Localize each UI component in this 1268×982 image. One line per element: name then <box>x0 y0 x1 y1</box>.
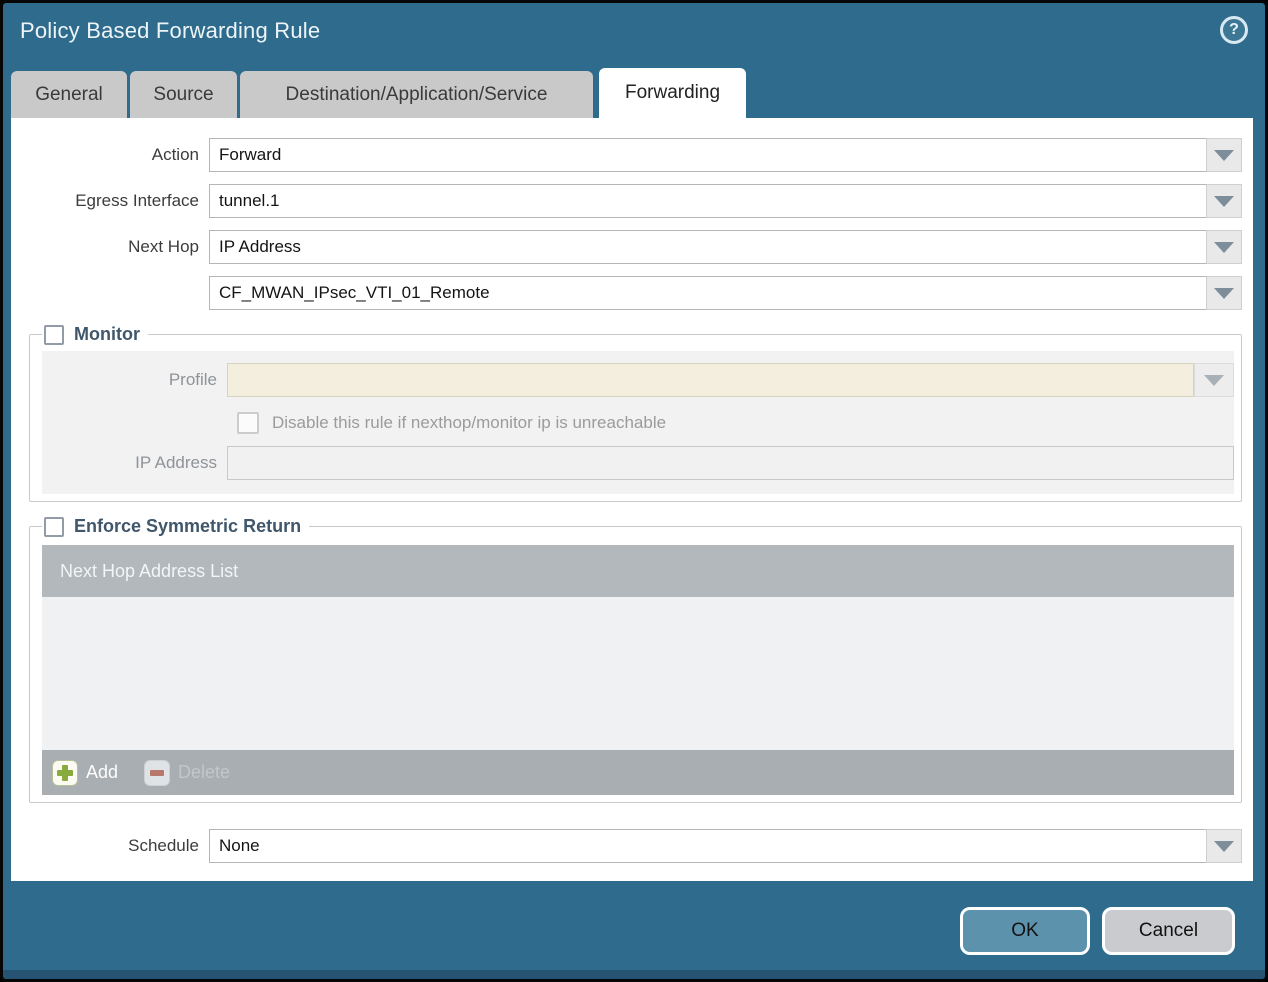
egress-interface-row: Egress Interface <box>11 184 1253 218</box>
plus-icon <box>52 759 78 786</box>
dialog-footer: OK Cancel <box>960 907 1235 955</box>
enforce-symmetric-return-checkbox[interactable] <box>44 516 64 537</box>
monitor-panel: Profile Disable this rule if nexthop/mon… <box>42 351 1234 494</box>
help-icon[interactable]: ? <box>1220 16 1248 44</box>
add-button[interactable]: Add <box>52 759 119 786</box>
tab-general[interactable]: General <box>11 71 127 118</box>
schedule-label: Schedule <box>128 836 199 855</box>
next-hop-address-list-toolbar: Add Delete <box>42 750 1234 795</box>
disable-rule-checkbox <box>237 412 259 434</box>
next-hop-address-list-table: Next Hop Address List Add Delete <box>42 545 1234 795</box>
minus-icon <box>144 759 171 786</box>
egress-interface-dropdown-button[interactable] <box>1206 184 1242 218</box>
profile-row: Profile <box>42 363 1234 397</box>
chevron-down-icon <box>1214 287 1234 299</box>
next-hop-address-list-body[interactable] <box>42 597 1234 750</box>
disable-rule-label: Disable this rule if nexthop/monitor ip … <box>272 413 667 432</box>
monitor-ip-address-row: IP Address <box>42 446 1234 480</box>
action-dropdown-button[interactable] <box>1206 138 1242 172</box>
next-hop-address-row <box>11 276 1253 310</box>
next-hop-row: Next Hop <box>11 230 1253 264</box>
egress-interface-label: Egress Interface <box>75 191 199 210</box>
add-button-label: Add <box>86 762 119 782</box>
monitor-ip-address-label: IP Address <box>135 453 217 472</box>
monitor-section: Monitor Profile Disable this rule if nex… <box>29 324 1242 502</box>
next-hop-address-input[interactable] <box>209 276 1206 310</box>
forwarding-tab-panel: Action Egress Interface Next Hop <box>11 118 1253 881</box>
chevron-down-icon <box>1204 374 1224 386</box>
schedule-dropdown-button[interactable] <box>1206 829 1242 863</box>
next-hop-type-input[interactable] <box>209 230 1206 264</box>
chevron-down-icon <box>1214 241 1234 253</box>
monitor-legend-label: Monitor <box>74 324 140 344</box>
disable-rule-row: Disable this rule if nexthop/monitor ip … <box>237 412 1234 434</box>
tab-forwarding[interactable]: Forwarding <box>599 68 746 118</box>
action-row: Action <box>11 138 1253 172</box>
chevron-down-icon <box>1214 149 1234 161</box>
action-label: Action <box>151 145 199 164</box>
next-hop-address-list-header: Next Hop Address List <box>42 545 1234 597</box>
schedule-row: Schedule <box>11 829 1253 863</box>
next-hop-address-dropdown-button[interactable] <box>1206 276 1242 310</box>
enforce-symmetric-return-legend-label: Enforce Symmetric Return <box>74 516 302 536</box>
ok-button[interactable]: OK <box>960 907 1090 955</box>
next-hop-label: Next Hop <box>128 237 199 256</box>
delete-button-label: Delete <box>178 762 231 782</box>
action-input[interactable] <box>209 138 1206 172</box>
policy-based-forwarding-dialog: Policy Based Forwarding Rule ? General S… <box>0 0 1268 982</box>
cancel-button[interactable]: Cancel <box>1102 907 1235 955</box>
tab-destination-application-service[interactable]: Destination/Application/Service <box>240 71 593 118</box>
tab-source[interactable]: Source <box>130 71 237 118</box>
profile-dropdown-button <box>1194 363 1234 397</box>
chevron-down-icon <box>1214 840 1234 852</box>
profile-label: Profile <box>168 370 217 389</box>
bottom-edge-strip <box>3 970 1265 979</box>
delete-button: Delete <box>144 759 231 786</box>
monitor-checkbox[interactable] <box>44 324 64 345</box>
monitor-ip-address-input <box>227 446 1234 480</box>
enforce-symmetric-return-section: Enforce Symmetric Return Next Hop Addres… <box>29 516 1242 803</box>
chevron-down-icon <box>1214 195 1234 207</box>
egress-interface-input[interactable] <box>209 184 1206 218</box>
dialog-title: Policy Based Forwarding Rule <box>20 18 321 43</box>
next-hop-dropdown-button[interactable] <box>1206 230 1242 264</box>
tab-bar: General Source Destination/Application/S… <box>11 68 746 118</box>
schedule-input[interactable] <box>209 829 1206 863</box>
profile-input <box>227 363 1194 397</box>
